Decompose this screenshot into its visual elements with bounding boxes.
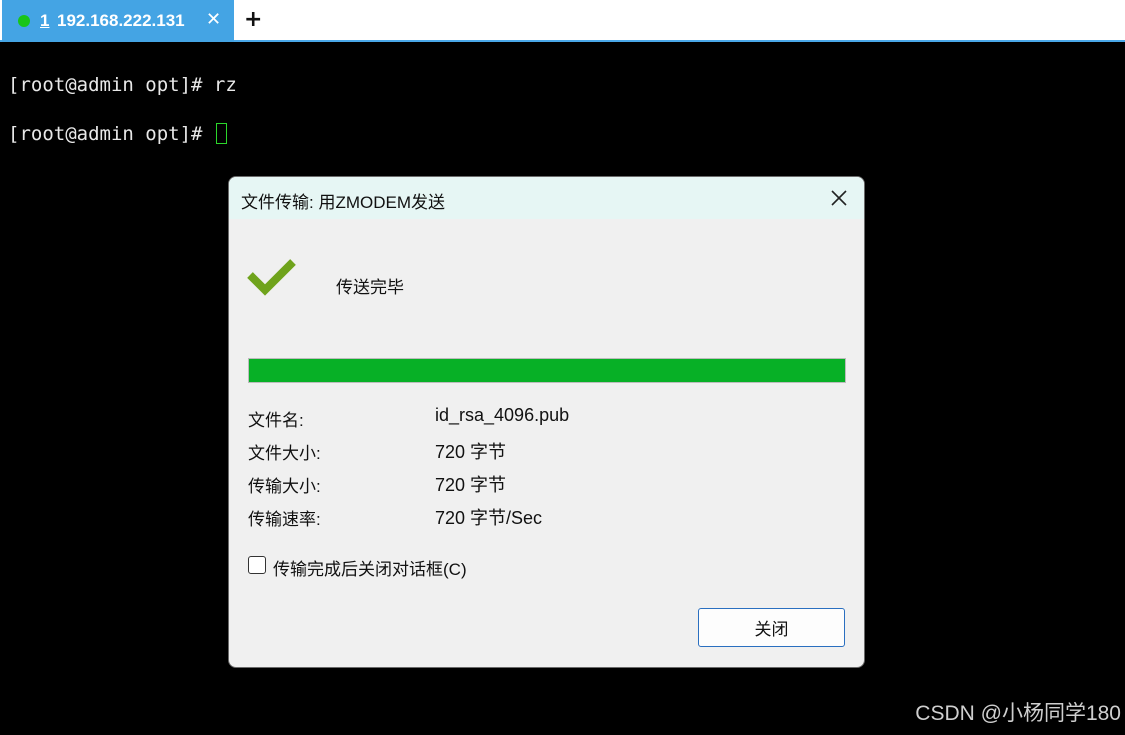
connection-status-dot (18, 15, 30, 27)
transfer-rate-label: 传输速率: (248, 510, 321, 529)
progress-bar (248, 358, 846, 383)
filesize-value: 720 字节 (435, 442, 507, 462)
plus-icon[interactable]: + (244, 7, 262, 32)
close-icon[interactable] (824, 183, 854, 213)
tab-bar: 1 192.168.222.131 ✕ + (0, 0, 1125, 42)
close-icon[interactable]: ✕ (206, 9, 221, 30)
terminal-line: [root@admin opt]# rz (8, 74, 237, 96)
progress-fill (249, 359, 845, 382)
watermark: CSDN @小杨同学180 (915, 702, 1121, 725)
checkmark-icon (247, 259, 296, 296)
tab-session[interactable]: 1 192.168.222.131 ✕ (2, 0, 234, 42)
close-button[interactable]: 关闭 (698, 608, 845, 647)
auto-close-label: 传输完成后关闭对话框(C) (273, 560, 467, 579)
terminal-cursor (215, 123, 227, 144)
filesize-label: 文件大小: (248, 444, 321, 463)
tab-number: 1 (40, 11, 50, 30)
filename-value: id_rsa_4096.pub (435, 405, 570, 425)
tab-title: 192.168.222.131 (57, 11, 185, 30)
transfer-rate-value: 720 字节/Sec (435, 508, 543, 528)
transfer-status: 传送完毕 (336, 278, 404, 297)
dialog-titlebar: 文件传输: 用ZMODEM发送 (229, 177, 864, 219)
dialog-title: 文件传输: 用ZMODEM发送 (241, 193, 445, 212)
filename-label: 文件名: (248, 411, 304, 430)
transferred-size-value: 720 字节 (435, 475, 507, 495)
checkbox-box[interactable] (248, 556, 266, 574)
terminal-line: [root@admin opt]# (8, 123, 227, 145)
transferred-size-label: 传输大小: (248, 477, 321, 496)
file-transfer-dialog: 文件传输: 用ZMODEM发送 传送完毕 文件名: id_rsa_4096.pu… (228, 176, 865, 668)
